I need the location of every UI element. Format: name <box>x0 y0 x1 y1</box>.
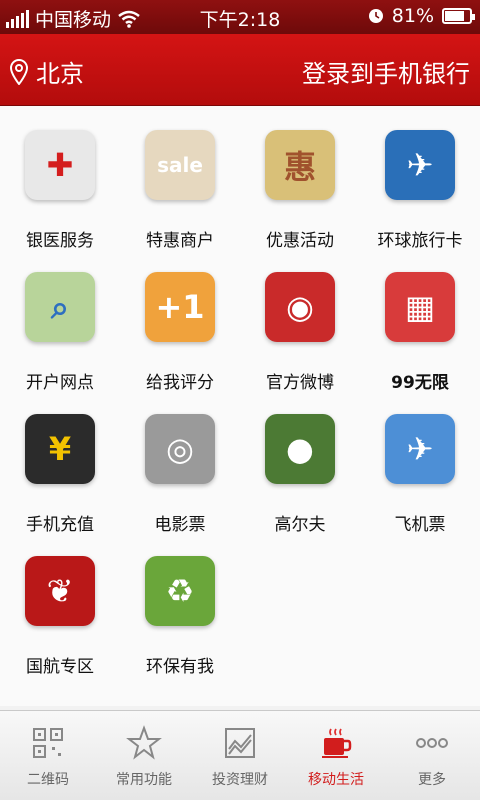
tab-qr-code[interactable]: 二维码 <box>0 711 96 800</box>
map-search-icon: ⌕ <box>25 272 95 342</box>
alarm-icon <box>368 9 383 23</box>
service-tile-label: 飞机票 <box>394 515 446 535</box>
service-tile[interactable]: ◎ 电影票 <box>120 390 240 535</box>
sale-shop-icon: sale <box>145 130 215 200</box>
service-tile[interactable]: sale 特惠商户 <box>120 106 240 251</box>
star-icon <box>126 725 162 760</box>
service-tile-label: 国航专区 <box>26 657 94 677</box>
tab-label: 投资理财 <box>212 772 268 788</box>
service-tile[interactable]: ¥ 手机充值 <box>0 390 120 535</box>
service-tile[interactable]: ❦ 国航专区 <box>0 532 120 677</box>
airplane-icon: ✈ <box>385 414 455 484</box>
location-pin-icon <box>10 58 28 85</box>
tab-more[interactable]: 更多 <box>384 711 480 800</box>
chart-icon <box>225 728 255 758</box>
service-tile[interactable]: ✚ 银医服务 <box>0 106 120 251</box>
bottom-tab-bar: 二维码 常用功能 投资理财 移动生活 更多 <box>0 710 480 800</box>
golf-ball-icon: ● <box>265 414 335 484</box>
service-tile[interactable]: ⌕ 开户网点 <box>0 248 120 393</box>
service-tile[interactable]: 惠优惠活动 <box>240 106 360 251</box>
service-tile[interactable]: ● 高尔夫 <box>240 390 360 535</box>
phone-icon: ¥ <box>25 414 95 484</box>
thumbs-up-icon: +1 <box>145 272 215 342</box>
battery-percent: 81% <box>391 5 434 27</box>
tab-label: 二维码 <box>27 772 69 788</box>
medical-kit-icon: ✚ <box>25 130 95 200</box>
tab-mobile-life[interactable]: 移动生活 <box>288 711 384 800</box>
tab-common[interactable]: 常用功能 <box>96 711 192 800</box>
store-awning-icon: ▦ <box>385 272 455 342</box>
city-label: 北京 <box>36 60 84 88</box>
login-link[interactable]: 登录到手机银行 <box>302 54 470 89</box>
air-china-logo-icon: ❦ <box>25 556 95 626</box>
battery-icon <box>442 8 475 24</box>
recycle-icon: ♻ <box>145 556 215 626</box>
coffee-cup-icon <box>322 728 352 758</box>
service-tile[interactable]: ✈ 环球旅行卡 <box>360 106 480 251</box>
app-header: 北京 登录到手机银行 <box>0 34 480 106</box>
service-tile[interactable]: ✈ 飞机票 <box>360 390 480 535</box>
status-right: 81% <box>368 5 475 27</box>
more-dots-icon <box>416 738 448 748</box>
discount-bag-icon: 惠 <box>265 130 335 200</box>
service-tile[interactable]: ▦ 99无限 <box>360 248 480 393</box>
service-tile[interactable]: ◉ 官方微博 <box>240 248 360 393</box>
tab-label: 常用功能 <box>116 772 172 788</box>
tab-label: 移动生活 <box>308 772 364 788</box>
qr-code-icon <box>33 728 63 758</box>
service-tile[interactable]: +1 给我评分 <box>120 248 240 393</box>
service-tile-label: 高尔夫 <box>274 515 326 535</box>
service-tile[interactable]: ♻ 环保有我 <box>120 532 240 677</box>
weibo-icon: ◉ <box>265 272 335 342</box>
service-grid: ✚ 银医服务 sale 特惠商户惠优惠活动 ✈ 环球旅行卡 ⌕ 开户网点 +1 给我评分 ◉ 官方微博… <box>0 106 480 706</box>
status-bar: 中国移动 下午2:18 81% <box>0 0 480 34</box>
location-selector[interactable]: 北京 <box>10 54 84 89</box>
globe-card-icon: ✈ <box>385 130 455 200</box>
tab-invest[interactable]: 投资理财 <box>192 711 288 800</box>
service-tile-label: 环保有我 <box>146 657 214 677</box>
film-reel-icon: ◎ <box>145 414 215 484</box>
tab-label: 更多 <box>418 772 446 788</box>
